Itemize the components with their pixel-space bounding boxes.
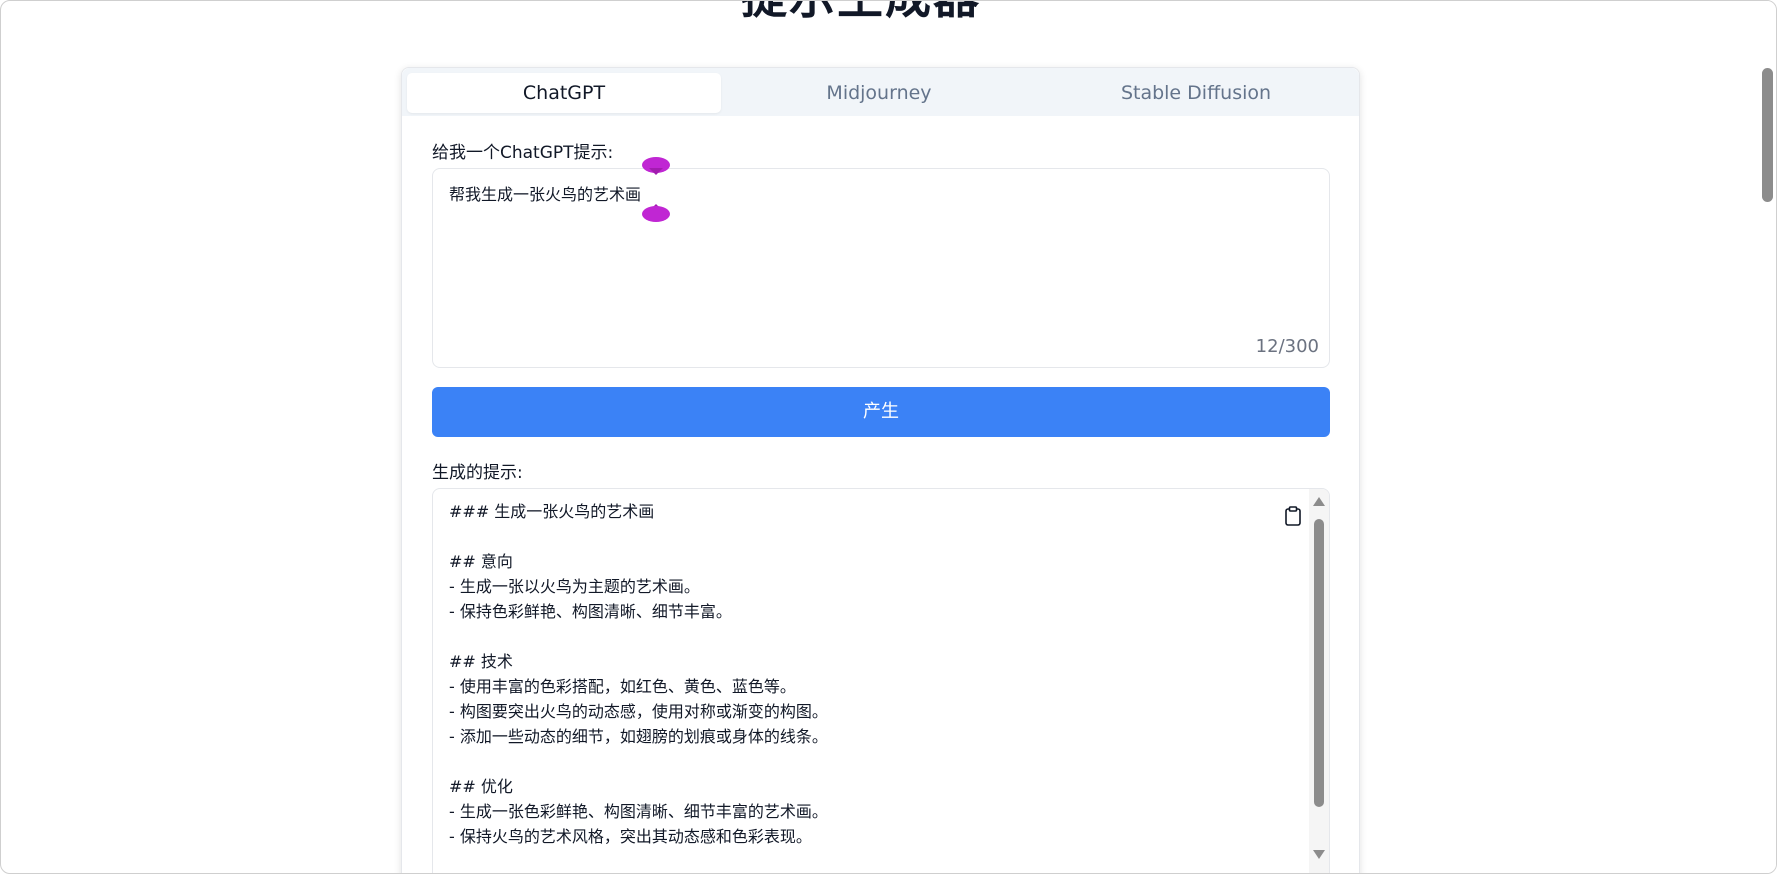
generate-button[interactable]: 产生 [432,387,1330,437]
page-scrollbar[interactable] [1758,1,1776,873]
prompt-label: 给我一个ChatGPT提示: [432,143,614,163]
page-title: 提示生成器 [741,1,981,27]
tab-midjourney[interactable]: Midjourney [722,73,1036,113]
tab-stable-diffusion[interactable]: Stable Diffusion [1038,73,1354,113]
output-scrollbar-thumb[interactable] [1314,519,1324,807]
prompt-generator-card: ChatGPT Midjourney Stable Diffusion 给我一个… [401,67,1360,873]
output-line: - 生成一张以火鸟为主题的艺术画。 [449,577,700,596]
output-line: - 添加一些动态的细节，如翅膀的划痕或身体的线条。 [449,727,828,746]
prompt-text: 帮我生成一张火鸟的艺术画 [449,185,642,204]
output-line: ## 优化 [449,777,513,796]
output-line: - 使用丰富的色彩搭配，如红色、黄色、蓝色等。 [449,677,796,696]
output-scrollbar[interactable] [1309,489,1329,873]
output-line: ## 技术 [449,652,513,671]
output-line: - 生成一张色彩鲜艳、构图清晰、细节丰富的艺术画。 [449,802,828,821]
output-line: ### 生成一张火鸟的艺术画 [449,502,655,521]
selection-handle-end-icon[interactable] [641,203,671,223]
output-line: - 构图要突出火鸟的动态感，使用对称或渐变的构图。 [449,702,828,721]
output-line: - 保持色彩鲜艳、构图清晰、细节丰富。 [449,602,732,621]
tab-chatgpt[interactable]: ChatGPT [407,73,721,113]
clipboard-icon[interactable] [1284,506,1302,526]
scroll-down-arrow-icon[interactable] [1313,850,1325,859]
page-scrollbar-thumb[interactable] [1762,68,1773,202]
character-counter: 12/300 [1255,336,1319,357]
output-text: ### 生成一张火鸟的艺术画 ## 意向 - 生成一张以火鸟为主题的艺术画。 -… [449,499,828,849]
output-line: ## 意向 [449,552,513,571]
scroll-up-arrow-icon[interactable] [1313,497,1325,506]
app-window: 提示生成器 ChatGPT Midjourney Stable Diffusio… [0,0,1777,874]
tab-bar: ChatGPT Midjourney Stable Diffusion [402,68,1359,116]
output-line: - 保持火鸟的艺术风格，突出其动态感和色彩表现。 [449,827,812,846]
selection-handle-start-icon[interactable] [641,156,671,176]
prompt-textarea[interactable]: 帮我生成一张火鸟的艺术画 12/300 [432,168,1330,368]
output-label: 生成的提示: [432,463,523,483]
generated-prompt-output[interactable]: ### 生成一张火鸟的艺术画 ## 意向 - 生成一张以火鸟为主题的艺术画。 -… [432,488,1330,873]
